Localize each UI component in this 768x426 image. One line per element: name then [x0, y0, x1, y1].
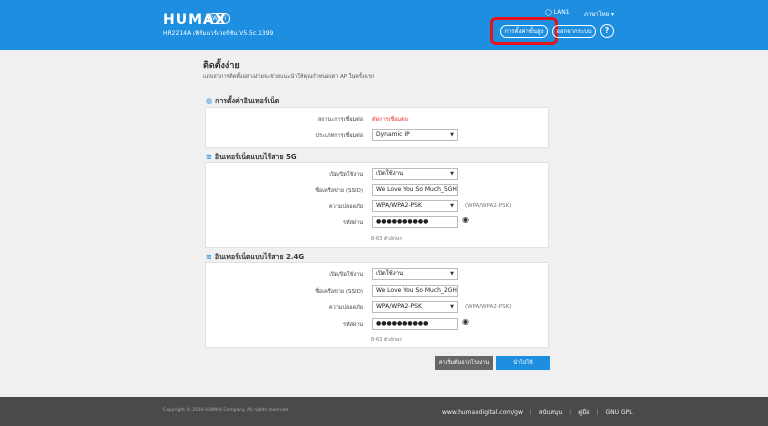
- chevron-down-icon: ▼: [450, 203, 454, 209]
- chevron-down-icon: ▼: [450, 304, 454, 310]
- eye-icon[interactable]: ◉: [462, 215, 469, 224]
- wifi24-enable-value: เปิดใช้งาน: [376, 270, 404, 277]
- status-value: ตัดการเชื่อมต่อ: [372, 117, 408, 123]
- lan-status: ◯ LAN1: [545, 9, 570, 16]
- wifi24-ssid-input[interactable]: We Love You So Much_2GHz: [372, 285, 458, 297]
- wifi5-password-label: รหัสผ่าน: [342, 220, 363, 226]
- chevron-down-icon: ▼: [450, 171, 454, 177]
- footer-separator: |: [569, 409, 572, 416]
- wifi24-security-label: ความปลอดภัย: [328, 305, 363, 311]
- wifi24-security-value: WPA/WPA2-PSK: [376, 303, 422, 310]
- wifi5-enable-value: เปิดใช้งาน: [376, 170, 404, 177]
- footer-separator: |: [529, 409, 532, 416]
- wifi5-heading-text: อินเทอร์เน็ตแบบไร้สาย 5G: [214, 153, 297, 161]
- internet-heading-text: การตั้งค่าอินเทอร์เน็ต: [215, 97, 280, 105]
- highlight-box: [490, 17, 558, 45]
- chevron-down-icon: ▼: [450, 271, 454, 277]
- footer-link-support[interactable]: สนับสนุน: [539, 409, 562, 416]
- wifi24-enable-label: เปิด/ปิดใช้งาน: [329, 272, 363, 278]
- chevron-down-icon: ▼: [450, 132, 454, 138]
- footer-link-manual[interactable]: คู่มือ: [578, 409, 590, 416]
- wifi24-heading-text: อินเทอร์เน็ตแบบไร้สาย 2.4G: [214, 253, 305, 261]
- wifi24-password-label: รหัสผ่าน: [342, 322, 363, 328]
- wifi24-security-select[interactable]: WPA/WPA2-PSK ▼: [372, 301, 458, 313]
- factory-reset-button[interactable]: ค่าเริ่มต้นจากโรงงาน: [435, 356, 493, 370]
- wifi-icon: ≋: [206, 253, 212, 261]
- internet-panel: สถานะการเชื่อมต่อ ตัดการเชื่อมต่อ ประเภท…: [205, 107, 549, 148]
- connection-type-label: ประเภทการเชื่อมต่อ: [315, 133, 363, 139]
- language-select[interactable]: ภาษาไทย ▾: [584, 9, 614, 19]
- wifi24-password-input[interactable]: ●●●●●●●●●●: [372, 318, 458, 330]
- footer-link-site[interactable]: www.humaxdigital.com/gw: [442, 409, 523, 416]
- wifi5-password-hint: 8-63 ตัวอักษร: [371, 236, 403, 242]
- wifi24-enable-select[interactable]: เปิดใช้งาน ▼: [372, 268, 458, 280]
- wifi5-password-input[interactable]: ●●●●●●●●●●: [372, 216, 458, 228]
- status-label: สถานะการเชื่อมต่อ: [317, 117, 363, 123]
- help-icon[interactable]: ?: [600, 24, 614, 38]
- footer-separator: |: [596, 409, 599, 416]
- wifi5-enable-select[interactable]: เปิดใช้งาน ▼: [372, 168, 458, 180]
- wifi5-panel: เปิด/ปิดใช้งาน เปิดใช้งาน ▼ ชื่อเครือข่า…: [205, 162, 549, 248]
- footer-link-gpl[interactable]: GNU GPL: [606, 409, 633, 416]
- footer: Copyright © 2016 HUMAX Company. All righ…: [0, 397, 768, 426]
- copyright: Copyright © 2016 HUMAX Company. All righ…: [163, 408, 290, 413]
- wifi5-security-value: WPA/WPA2-PSK: [376, 202, 422, 209]
- wifi5-security-note: (WPA/WPA2-PSK): [465, 203, 512, 209]
- globe-icon: ◍: [206, 97, 213, 105]
- wifi-icon: ≋: [206, 153, 212, 161]
- internet-section-heading: ◍ การตั้งค่าอินเทอร์เน็ต: [206, 96, 279, 107]
- apply-button[interactable]: นำไปใช้: [496, 356, 550, 370]
- top-header: HUMAX Wi-Fi HR2214A เฟิร์มแวร์เวอร์ชัน V…: [0, 0, 768, 50]
- wifi24-password-hint: 8-63 ตัวอักษร: [371, 337, 403, 343]
- wifi5-enable-label: เปิด/ปิดใช้งาน: [329, 172, 363, 178]
- wifi24-ssid-label: ชื่อเครือข่าย (SSID): [315, 289, 363, 295]
- eye-icon[interactable]: ◉: [462, 317, 469, 326]
- page-title: ติดตั้งง่าย: [203, 61, 240, 71]
- logout-button[interactable]: ออกจากระบบ: [552, 25, 596, 38]
- footer-links: www.humaxdigital.com/gw | สนับสนุน | คู่…: [442, 407, 638, 417]
- wifi5-ssid-label: ชื่อเครือข่าย (SSID): [315, 188, 363, 194]
- wifi5-security-label: ความปลอดภัย: [328, 204, 363, 210]
- firmware-version: HR2214A เฟิร์มแวร์เวอร์ชัน V5.5c.1399: [163, 30, 274, 37]
- connection-type-value: Dynamic IP: [376, 131, 410, 138]
- wifi24-panel: เปิด/ปิดใช้งาน เปิดใช้งาน ▼ ชื่อเครือข่า…: [205, 262, 549, 348]
- wifi-badge: Wi-Fi: [208, 13, 231, 24]
- connection-type-select[interactable]: Dynamic IP ▼: [372, 129, 458, 141]
- wifi5-security-select[interactable]: WPA/WPA2-PSK ▼: [372, 200, 458, 212]
- wifi24-security-note: (WPA/WPA2-PSK): [465, 304, 512, 310]
- page-description: แถบสาการติดตั้งอย่างง่ายจะช่วยแนะนำให้คุ…: [203, 74, 375, 80]
- wifi5-ssid-input[interactable]: We Love You So Much_5GHz: [372, 184, 458, 196]
